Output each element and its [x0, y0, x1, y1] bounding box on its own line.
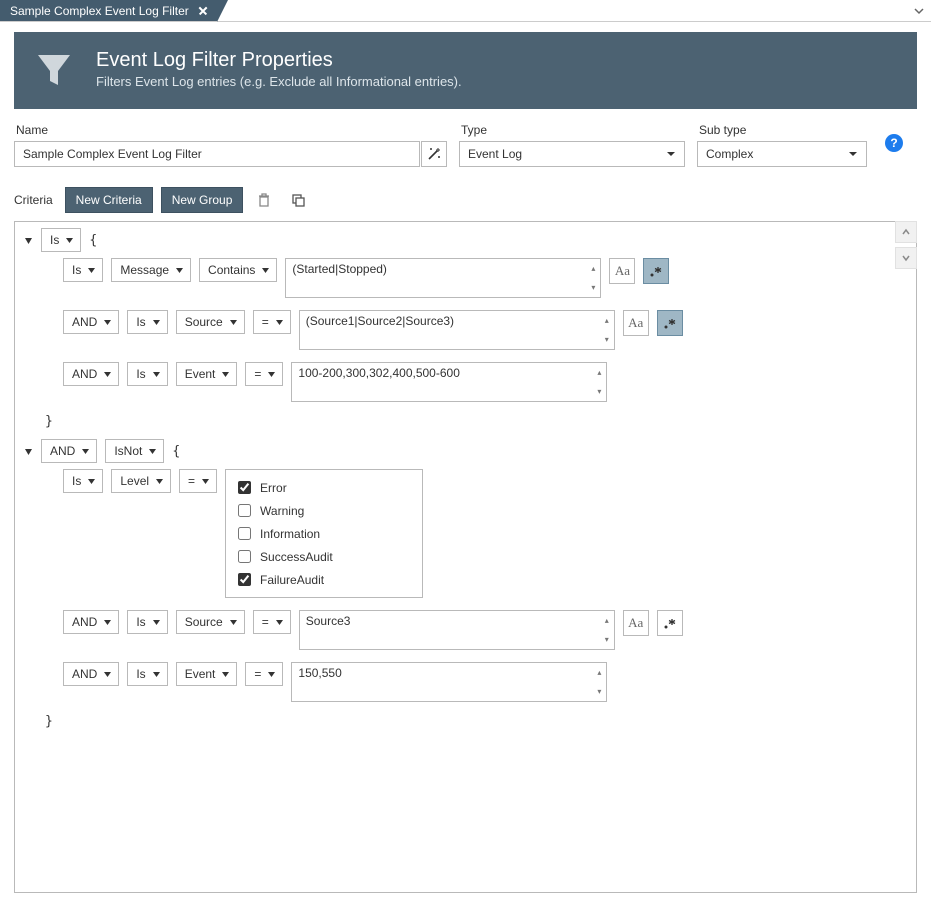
case-sensitive-toggle[interactable]: Aa — [609, 258, 635, 284]
name-label: Name — [14, 123, 420, 137]
case-sensitive-toggle[interactable]: Aa — [623, 610, 649, 636]
level-information-checkbox[interactable]: Information — [234, 522, 412, 545]
new-group-button[interactable]: New Group — [161, 187, 244, 213]
spin-up[interactable]: ▴ — [600, 611, 614, 630]
open-brace: { — [89, 233, 97, 248]
type-select[interactable]: Event Log — [459, 141, 685, 167]
subtype-label: Sub type — [697, 123, 867, 137]
spin-down[interactable]: ▾ — [592, 382, 606, 401]
header-banner: Event Log Filter Properties Filters Even… — [14, 32, 917, 109]
level-checkbox-list: Error Warning Information SuccessAudit F… — [225, 469, 423, 598]
field-select[interactable]: Event — [176, 662, 238, 686]
spin-down[interactable]: ▾ — [600, 630, 614, 649]
page-title: Event Log Filter Properties — [96, 49, 462, 72]
spin-up[interactable]: ▴ — [600, 311, 614, 330]
level-failureaudit-checkbox[interactable]: FailureAudit — [234, 568, 412, 591]
group-conjunction-select[interactable]: AND — [41, 439, 97, 463]
help-icon[interactable]: ? — [885, 134, 903, 152]
close-brace: } — [23, 714, 908, 729]
new-criteria-button[interactable]: New Criteria — [65, 187, 153, 213]
collapse-toggle[interactable] — [23, 446, 33, 456]
field-select[interactable]: Level — [111, 469, 171, 493]
tab-title: Sample Complex Event Log Filter — [10, 4, 189, 18]
delete-button[interactable] — [251, 187, 277, 213]
spin-up[interactable]: ▴ — [592, 363, 606, 382]
row-conjunction-select[interactable]: AND — [63, 662, 119, 686]
regex-toggle[interactable] — [643, 258, 669, 284]
chevron-down-icon — [848, 149, 858, 159]
tab-bar: Sample Complex Event Log Filter — [0, 0, 931, 22]
row-logic-select[interactable]: Is — [127, 610, 167, 634]
close-icon[interactable] — [199, 7, 207, 15]
chevron-down-icon — [666, 149, 676, 159]
tab-active[interactable]: Sample Complex Event Log Filter — [0, 0, 217, 21]
criteria-value-input[interactable]: (Started|Stopped) — [285, 258, 601, 298]
field-select[interactable]: Event — [176, 362, 238, 386]
group-logic-select[interactable]: Is — [41, 228, 81, 252]
subtype-select[interactable]: Complex — [697, 141, 867, 167]
criteria-pane: Is { Is Message Contains (Started|Stoppe… — [14, 221, 917, 893]
criteria-value-input[interactable]: 150,550 — [291, 662, 607, 702]
open-brace: { — [172, 444, 180, 459]
level-warning-checkbox[interactable]: Warning — [234, 499, 412, 522]
regex-toggle[interactable] — [657, 610, 683, 636]
name-input[interactable] — [14, 141, 420, 167]
row-logic-select[interactable]: Is — [127, 310, 167, 334]
criteria-label: Criteria — [14, 193, 53, 207]
operator-select[interactable]: = — [245, 362, 283, 386]
row-logic-select[interactable]: Is — [127, 662, 167, 686]
criteria-value-input[interactable]: Source3 — [299, 610, 615, 650]
spin-down[interactable]: ▾ — [592, 682, 606, 701]
page-subtitle: Filters Event Log entries (e.g. Exclude … — [96, 74, 462, 89]
level-successaudit-checkbox[interactable]: SuccessAudit — [234, 545, 412, 568]
row-logic-select[interactable]: Is — [63, 469, 103, 493]
spin-up[interactable]: ▴ — [592, 663, 606, 682]
field-select[interactable]: Source — [176, 610, 245, 634]
spin-down[interactable]: ▾ — [600, 330, 614, 349]
close-brace: } — [23, 414, 908, 429]
chevron-down-icon — [65, 236, 74, 245]
row-conjunction-select[interactable]: AND — [63, 362, 119, 386]
row-conjunction-select[interactable]: AND — [63, 310, 119, 334]
wand-button[interactable] — [421, 141, 447, 167]
tab-overflow-button[interactable] — [907, 0, 931, 21]
row-logic-select[interactable]: Is — [127, 362, 167, 386]
row-conjunction-select[interactable]: AND — [63, 610, 119, 634]
copy-button[interactable] — [285, 187, 311, 213]
group-logic-select[interactable]: IsNot — [105, 439, 164, 463]
operator-select[interactable]: = — [253, 310, 291, 334]
operator-select[interactable]: Contains — [199, 258, 277, 282]
level-error-checkbox[interactable]: Error — [234, 476, 412, 499]
type-value: Event Log — [468, 147, 522, 161]
field-select[interactable]: Message — [111, 258, 191, 282]
spin-up[interactable]: ▴ — [586, 259, 600, 278]
subtype-value: Complex — [706, 147, 753, 161]
case-sensitive-toggle[interactable]: Aa — [623, 310, 649, 336]
operator-select[interactable]: = — [245, 662, 283, 686]
criteria-value-input[interactable]: (Source1|Source2|Source3) — [299, 310, 615, 350]
scroll-up-button[interactable] — [895, 221, 917, 243]
regex-toggle[interactable] — [657, 310, 683, 336]
operator-select[interactable]: = — [253, 610, 291, 634]
row-logic-select[interactable]: Is — [63, 258, 103, 282]
criteria-value-input[interactable]: 100-200,300,302,400,500-600 — [291, 362, 607, 402]
scroll-down-button[interactable] — [895, 247, 917, 269]
type-label: Type — [459, 123, 685, 137]
operator-select[interactable]: = — [179, 469, 217, 493]
collapse-toggle[interactable] — [23, 235, 33, 245]
field-select[interactable]: Source — [176, 310, 245, 334]
spin-down[interactable]: ▾ — [586, 278, 600, 297]
funnel-icon — [32, 47, 76, 91]
